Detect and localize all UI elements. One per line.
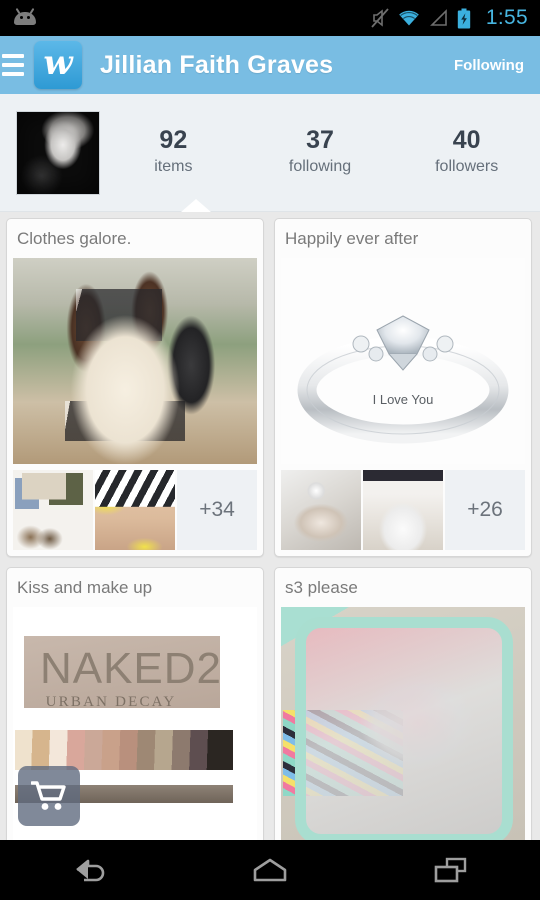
page-title: Jillian Faith Graves bbox=[100, 50, 334, 79]
collection-title: Kiss and make up bbox=[17, 578, 153, 597]
wifi-icon bbox=[398, 9, 420, 27]
shopping-cart-icon bbox=[31, 781, 66, 810]
stat-items-label: items bbox=[154, 157, 193, 175]
selected-tab-caret bbox=[181, 199, 211, 212]
recents-button[interactable] bbox=[360, 855, 540, 885]
profile-stats-bar: 92 items 37 following 40 followers bbox=[0, 94, 540, 212]
collection-title: Clothes galore. bbox=[17, 229, 132, 248]
diamond-ring-illustration: I Love You bbox=[297, 315, 509, 444]
collection-thumbnails: +34 bbox=[13, 470, 257, 550]
stat-followers-value: 40 bbox=[452, 126, 481, 155]
collection-thumbnails: +26 bbox=[281, 470, 525, 550]
stat-followers-label: followers bbox=[435, 157, 499, 175]
signal-icon bbox=[429, 9, 448, 27]
shopping-cart-button[interactable] bbox=[18, 766, 80, 826]
ring-engraving-text: I Love You bbox=[373, 392, 434, 407]
collection-card[interactable]: s3 please bbox=[274, 567, 532, 840]
collection-thumbnail[interactable] bbox=[281, 470, 361, 550]
wish-logo-glyph: w bbox=[43, 43, 73, 83]
collection-title: s3 please bbox=[285, 578, 358, 597]
stat-following-value: 37 bbox=[306, 126, 334, 155]
back-button[interactable] bbox=[0, 855, 180, 885]
collection-hero-image[interactable] bbox=[13, 258, 257, 464]
collection-thumbnail[interactable] bbox=[13, 470, 93, 550]
stats-columns: 92 items 37 following 40 followers bbox=[100, 126, 540, 179]
app-header-bar: w Jillian Faith Graves Following bbox=[0, 36, 540, 94]
user-avatar[interactable] bbox=[16, 110, 100, 195]
wish-logo-icon[interactable]: w bbox=[34, 41, 82, 89]
stat-items[interactable]: 92 items bbox=[100, 126, 247, 179]
palette-brand-text: NAKED2 bbox=[40, 644, 222, 693]
home-icon bbox=[253, 858, 287, 882]
android-robot-icon bbox=[12, 7, 38, 28]
battery-charging-icon bbox=[457, 8, 471, 29]
stat-followers[interactable]: 40 followers bbox=[393, 126, 540, 179]
app-root: 1:55 w Jillian Faith Graves Following 92… bbox=[0, 0, 540, 900]
collection-thumbnail[interactable] bbox=[95, 470, 175, 550]
android-status-bar: 1:55 bbox=[0, 0, 540, 36]
collections-grid: Clothes galore. +34 Happily ever after I… bbox=[0, 212, 540, 840]
stat-items-value: 92 bbox=[159, 126, 188, 155]
stat-following[interactable]: 37 following bbox=[247, 126, 394, 179]
collection-more-count[interactable]: +26 bbox=[445, 470, 525, 550]
android-navigation-bar bbox=[0, 840, 540, 900]
status-bar-system-icons: 1:55 bbox=[371, 6, 528, 30]
mute-icon bbox=[371, 8, 389, 28]
collection-thumbnail[interactable] bbox=[363, 470, 443, 550]
collection-card[interactable]: Clothes galore. +34 bbox=[6, 218, 264, 557]
collection-title: Happily ever after bbox=[285, 229, 419, 248]
collection-hero-image[interactable] bbox=[281, 607, 525, 840]
status-bar-notifications bbox=[12, 7, 371, 28]
following-button[interactable]: Following bbox=[454, 57, 524, 74]
stat-following-label: following bbox=[288, 157, 352, 175]
hamburger-menu-icon[interactable] bbox=[0, 36, 28, 94]
collection-hero-image[interactable]: I Love You bbox=[281, 258, 525, 464]
back-arrow-icon bbox=[76, 859, 105, 882]
collection-card[interactable]: Happily ever after I Love You +26 bbox=[274, 218, 532, 557]
palette-subbrand-text: URBAN DECAY bbox=[46, 694, 177, 710]
recents-icon bbox=[434, 857, 467, 883]
home-button[interactable] bbox=[180, 855, 360, 885]
status-bar-clock: 1:55 bbox=[485, 6, 528, 29]
collection-more-count[interactable]: +34 bbox=[177, 470, 257, 550]
